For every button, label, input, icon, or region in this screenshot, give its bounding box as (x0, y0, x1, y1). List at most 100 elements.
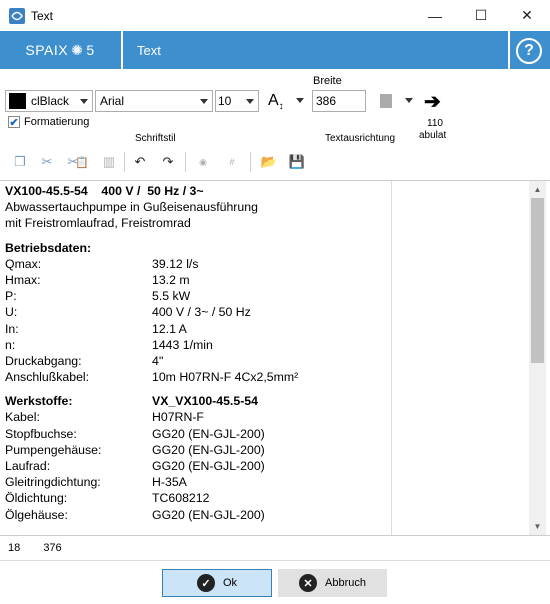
insert-field-icon[interactable]: # (222, 153, 242, 171)
swirl-icon: ✺ (71, 41, 84, 58)
color-swatch (9, 93, 26, 109)
field-label: Hmax: (5, 272, 41, 287)
operating-data-row: U: 400 V / 3~ / 50 Hz (5, 304, 385, 320)
field-label: Kabel: (5, 410, 40, 425)
chevron-down-icon (200, 99, 208, 104)
scroll-down-icon[interactable]: ▼ (529, 518, 546, 535)
operating-data-row: Druckabgang: 4'' (5, 353, 385, 369)
close-icon: ✕ (299, 574, 317, 592)
undo-icon[interactable]: ↶ (130, 153, 150, 171)
field-label: Ölgehäuse: (5, 507, 68, 522)
chevron-down-icon[interactable] (405, 98, 413, 103)
status-bar: 18 376 (8, 542, 82, 554)
field-value: 4'' (152, 353, 164, 368)
field-label: U: (5, 305, 18, 320)
field-label: Stopfbuchse: (5, 426, 77, 441)
header-divider (508, 31, 510, 69)
delete-icon[interactable]: ▥ (99, 153, 119, 171)
toolbar-separator (250, 152, 251, 172)
tab-value: 110 (427, 118, 443, 129)
cut-icon[interactable]: ✂ (37, 153, 57, 171)
field-label: In: (5, 321, 19, 336)
operating-data-row: Qmax: 39.12 l/s (5, 256, 385, 272)
scroll-up-icon[interactable]: ▲ (529, 181, 546, 198)
copy-icon[interactable]: ❐ (10, 153, 30, 171)
color-select[interactable]: clBlack (5, 90, 93, 112)
minimize-button[interactable]: — (412, 0, 458, 31)
field-value: 5.5 kW (152, 289, 191, 304)
field-value: H-35A (152, 475, 187, 490)
product-heading: VX100-45.5-54 400 V / 50 Hz / 3~ (5, 184, 204, 198)
checkmark-icon: ✔ (8, 116, 20, 129)
format-checkbox[interactable]: ✔ Formatierung (8, 116, 90, 129)
maximize-button[interactable]: ☐ (458, 0, 504, 31)
field-label: Druckabgang: (5, 353, 82, 368)
brand-name: SPAIX (25, 42, 69, 58)
field-label: Anschlußkabel: (5, 370, 90, 385)
material-row: Gleitringdichtung: H-35A (5, 474, 385, 490)
description-line: mit Freistromlaufrad, Freistromrad (5, 216, 191, 231)
field-value: 400 V / 3~ / 50 Hz (152, 305, 251, 320)
open-folder-icon[interactable]: 📂 (259, 153, 279, 171)
font-select[interactable]: Arial (95, 90, 213, 112)
font-size-select[interactable]: 10 (215, 90, 259, 112)
field-label: Pumpengehäuse: (5, 442, 102, 457)
redo-icon[interactable]: ↷ (158, 153, 178, 171)
material-row: Pumpengehäuse: GG20 (EN-GJL-200) (5, 442, 385, 458)
field-value: 1443 1/min (152, 337, 213, 352)
align-icon[interactable] (380, 94, 392, 108)
section-heading-row: Werkstoffe: VX_VX100-45.5-54 (5, 393, 385, 409)
field-value: 12.1 A (152, 321, 187, 336)
header-divider (121, 31, 123, 69)
field-label: n: (5, 337, 16, 352)
insert-field-icon[interactable]: ◉ (193, 153, 213, 171)
operating-data-row: P: 5.5 kW (5, 288, 385, 304)
color-value: clBlack (31, 94, 70, 108)
window-title: Text (31, 9, 54, 23)
font-value: Arial (100, 94, 125, 108)
chevron-down-icon (246, 99, 254, 104)
cursor-line: 18 (8, 542, 21, 554)
field-value: TC608212 (152, 491, 210, 506)
close-button[interactable]: ✕ (504, 0, 550, 31)
chevron-down-icon[interactable] (296, 98, 304, 103)
width-input[interactable]: 386 (312, 90, 366, 112)
help-icon[interactable]: ? (516, 38, 542, 64)
field-label: P: (5, 289, 17, 304)
cursor-column: 376 (43, 542, 62, 554)
arrow-right-icon[interactable]: ➔ (424, 89, 441, 114)
save-icon[interactable]: 💾 (287, 153, 307, 171)
toolbar-separator (124, 152, 125, 172)
material-row: Stopfbuchse: GG20 (EN-GJL-200) (5, 426, 385, 442)
field-value: GG20 (EN-GJL-200) (152, 507, 265, 522)
toolbar-separator (185, 152, 186, 172)
field-value: H07RN-F (152, 410, 204, 425)
material-row: Öldichtung: TC608212 (5, 490, 385, 506)
section-value: VX_VX100-45.5-54 (152, 394, 258, 409)
field-value: GG20 (EN-GJL-200) (152, 442, 265, 457)
tab-label: abulat (419, 130, 447, 141)
paste-icon[interactable]: 📋 (72, 153, 92, 171)
group-label-alignment: Textausrichtung (325, 133, 396, 144)
section-heading: Werkstoffe: (5, 394, 73, 409)
ok-button[interactable]: ✓ Ok (162, 569, 272, 597)
material-row: Ölgehäuse: GG20 (EN-GJL-200) (5, 507, 385, 523)
editor-content[interactable]: VX100-45.5-54 400 V / 50 Hz / 3~ Abwasse… (5, 183, 385, 523)
cancel-label: Abbruch (325, 577, 366, 589)
margin-line (391, 181, 392, 535)
scrollbar-thumb[interactable] (531, 198, 544, 363)
field-value: GG20 (EN-GJL-200) (152, 459, 265, 473)
description-line: Abwassertauchpumpe in Gußeisenausführung (5, 200, 258, 215)
operating-data-row: n: 1443 1/min (5, 337, 385, 353)
cancel-button[interactable]: ✕ Abbruch (278, 569, 387, 597)
width-label: Breite (313, 75, 342, 87)
font-size-value: 10 (218, 94, 232, 108)
text-size-icon[interactable]: A↕ (268, 92, 284, 112)
section-heading: Betriebsdaten: (5, 240, 92, 255)
format-label: Formatierung (24, 116, 90, 128)
check-icon: ✓ (196, 574, 215, 592)
field-label: Qmax: (5, 256, 42, 271)
field-value: 13.2 m (152, 272, 190, 287)
operating-data-row: Anschlußkabel: 10m H07RN-F 4Cx2,5mm² (5, 369, 385, 385)
field-label: Laufrad: (5, 459, 51, 473)
